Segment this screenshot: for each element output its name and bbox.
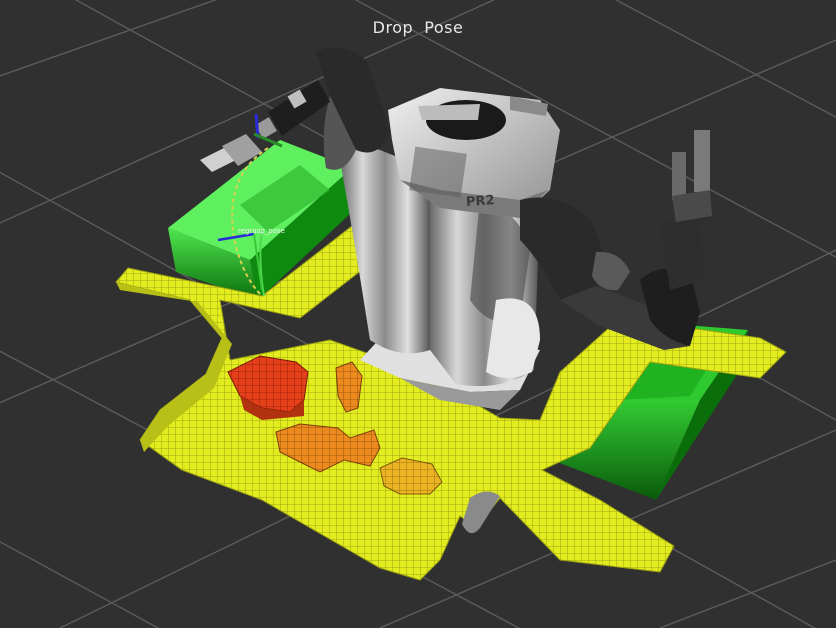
robot-model-label: PR2 [465, 193, 496, 210]
scene-canvas[interactable] [0, 0, 836, 628]
viewer-title: Drop Pose [372, 18, 464, 37]
pose-label: regrasp_pose [238, 227, 285, 235]
3d-viewport[interactable]: Drop Pose regrasp_pose PR2 [0, 0, 836, 628]
